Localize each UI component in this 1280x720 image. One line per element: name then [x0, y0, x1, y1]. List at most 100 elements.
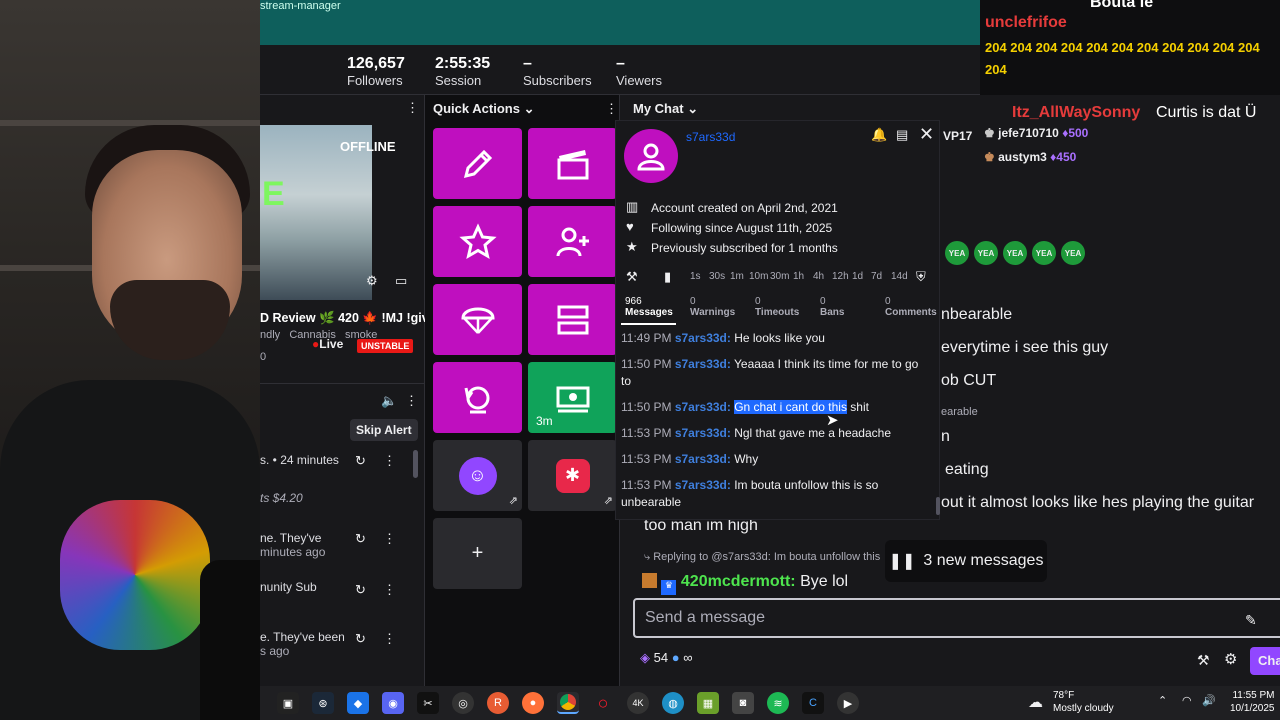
- message-user[interactable]: s7ars33d:: [675, 400, 731, 414]
- steam-icon[interactable]: ⊛: [312, 692, 334, 714]
- restart-tile[interactable]: [433, 362, 522, 433]
- chat-header[interactable]: My Chat ⌄: [633, 101, 698, 117]
- chat-input[interactable]: Send a message: [633, 598, 1280, 638]
- timeout-12h[interactable]: 12h: [832, 271, 849, 282]
- message-time: 11:53 PM: [621, 426, 672, 440]
- message-user[interactable]: s7ars33d:: [675, 478, 731, 492]
- skip-alert-button[interactable]: Skip Alert: [350, 419, 418, 441]
- add-user-tile[interactable]: [528, 206, 617, 277]
- spotify-icon[interactable]: ≋: [767, 692, 789, 714]
- minecraft-icon[interactable]: ▦: [697, 692, 719, 714]
- camera-icon[interactable]: ◙: [732, 692, 754, 714]
- raid-tile[interactable]: [433, 284, 522, 355]
- tab-bans[interactable]: 0 Bans: [820, 296, 844, 318]
- system-clock[interactable]: 11:55 PM 10/1/2025: [1230, 689, 1275, 715]
- count-label: Comments: [885, 307, 937, 318]
- warning-icon[interactable]: ▮: [664, 269, 671, 285]
- app-icon[interactable]: R: [487, 692, 509, 714]
- tab-timeouts[interactable]: 0 Timeouts: [755, 296, 799, 318]
- activity-time: s ago: [260, 644, 290, 658]
- kebab-menu-icon[interactable]: ⋮: [605, 101, 618, 117]
- quick-actions-header[interactable]: Quick Actions ⌄: [433, 101, 534, 117]
- chevron-up-icon[interactable]: ⌃: [1158, 694, 1167, 707]
- obs-icon[interactable]: ◎: [452, 692, 474, 714]
- tag[interactable]: ndly: [260, 329, 280, 341]
- mod-tools-icon[interactable]: ⚒: [1197, 652, 1210, 669]
- timeout-10m[interactable]: 10m: [749, 271, 768, 282]
- highlight-tile[interactable]: [433, 206, 522, 277]
- timeout-30s[interactable]: 30s: [709, 271, 725, 282]
- epic-games-icon[interactable]: ▣: [277, 692, 299, 714]
- run-ad-tile[interactable]: 3m: [528, 362, 617, 433]
- replay-icon[interactable]: ↻: [355, 453, 366, 469]
- new-messages-button[interactable]: ❚❚ 3 new messages: [885, 540, 1047, 582]
- message-user[interactable]: s7ars33d:: [675, 357, 731, 371]
- clip-tile[interactable]: [528, 128, 617, 199]
- replay-icon[interactable]: ↻: [355, 631, 366, 647]
- wifi-icon[interactable]: ◠: [1182, 694, 1192, 707]
- add-action-button[interactable]: +: [433, 518, 522, 589]
- cast-icon[interactable]: ▭: [395, 273, 407, 289]
- app-icon[interactable]: ◆: [347, 692, 369, 714]
- leader-name[interactable]: austym3: [998, 150, 1047, 164]
- firefox-icon[interactable]: ●: [522, 692, 544, 714]
- stat-label: Session: [435, 73, 482, 88]
- chat-tile[interactable]: ☺ ⇗: [433, 440, 522, 511]
- points-value: 500: [1068, 126, 1089, 140]
- tab-messages[interactable]: 966 Messages: [625, 296, 673, 318]
- gear-icon[interactable]: ⚙: [1224, 650, 1237, 668]
- message-user[interactable]: s7ars33d:: [675, 452, 731, 466]
- opera-icon[interactable]: ○: [592, 692, 614, 714]
- stats-bar: 126,657 Followers 2:55:35 Session – Subs…: [260, 45, 980, 95]
- speaker-icon[interactable]: 🔊: [1202, 694, 1216, 707]
- kebab-menu-icon[interactable]: ⋮: [383, 582, 396, 598]
- message-user[interactable]: s7ars33d:: [675, 426, 731, 440]
- timeout-4h[interactable]: 4h: [813, 271, 824, 282]
- leader-name[interactable]: jefe710710: [998, 126, 1059, 140]
- message-user[interactable]: s7ars33d:: [675, 331, 731, 345]
- kebab-menu-icon[interactable]: ⋮: [383, 453, 396, 469]
- media-player-icon[interactable]: ▶: [837, 692, 859, 714]
- hammer-icon[interactable]: ⚒: [626, 269, 638, 285]
- capcut-icon[interactable]: ✂: [417, 692, 439, 714]
- browser-tab-title[interactable]: stream-manager: [260, 0, 341, 12]
- user-avatar[interactable]: [624, 129, 678, 183]
- extension-tile[interactable]: ✱ ⇗: [528, 440, 617, 511]
- replay-icon[interactable]: ↻: [355, 531, 366, 547]
- kebab-menu-icon[interactable]: ⋮: [383, 631, 396, 647]
- discord-icon[interactable]: ◉: [382, 692, 404, 714]
- kebab-menu-icon[interactable]: ⋮: [405, 393, 418, 409]
- shield-icon[interactable]: ⛨: [916, 269, 926, 285]
- scrollbar[interactable]: [936, 497, 940, 515]
- chrome-icon[interactable]: [557, 692, 579, 714]
- 4k-icon[interactable]: 4K: [627, 692, 649, 714]
- user-card-username[interactable]: s7ars33d: [686, 130, 735, 144]
- timeout-30m[interactable]: 30m: [770, 271, 789, 282]
- edit-stream-info-tile[interactable]: [433, 128, 522, 199]
- gear-icon[interactable]: ⚙: [366, 273, 378, 289]
- timeout-1h[interactable]: 1h: [793, 271, 804, 282]
- weather-widget[interactable]: 78°F Mostly cloudy: [1053, 689, 1114, 715]
- tab-warnings[interactable]: 0 Warnings: [690, 296, 735, 318]
- timeout-1s[interactable]: 1s: [690, 271, 701, 282]
- layout-tile[interactable]: [528, 284, 617, 355]
- timeout-1d[interactable]: 1d: [852, 271, 863, 282]
- kebab-menu-icon[interactable]: ⋮: [406, 100, 419, 116]
- mute-icon[interactable]: 🔈: [381, 393, 397, 409]
- scrollbar[interactable]: [413, 450, 418, 478]
- whisper-icon[interactable]: ▤: [896, 127, 908, 143]
- activity-item: ts $4.20: [260, 491, 303, 505]
- timeout-1m[interactable]: 1m: [730, 271, 744, 282]
- timeout-14d[interactable]: 14d: [891, 271, 908, 282]
- chat-send-button[interactable]: Cha: [1250, 647, 1280, 675]
- chat-username[interactable]: 420mcdermott:: [681, 573, 796, 590]
- kebab-menu-icon[interactable]: ⋮: [383, 531, 396, 547]
- globe-icon[interactable]: ◍: [662, 692, 684, 714]
- app-icon[interactable]: C: [802, 692, 824, 714]
- close-icon[interactable]: ✕: [919, 124, 934, 145]
- replay-icon[interactable]: ↻: [355, 582, 366, 598]
- timeout-7d[interactable]: 7d: [871, 271, 882, 282]
- tab-comments[interactable]: 0 Comments: [885, 296, 937, 318]
- bell-icon[interactable]: 🔔: [871, 127, 887, 143]
- magic-wand-icon[interactable]: ✎: [1245, 612, 1257, 629]
